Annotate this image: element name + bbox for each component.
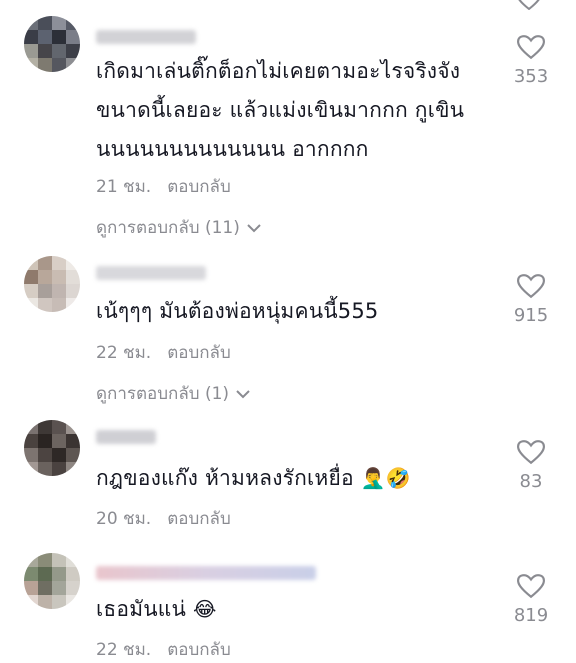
avatar[interactable] xyxy=(24,16,80,72)
comment-text: เธอมันแน่ 😂 xyxy=(96,597,217,621)
like-count: 353 xyxy=(513,66,549,87)
heart-icon xyxy=(517,440,545,465)
avatar[interactable] xyxy=(24,553,80,609)
comment-text: กฎของแก๊ง ห้ามหลงรักเหยื่อ 🤦‍♂️🤣 xyxy=(96,466,411,490)
username[interactable] xyxy=(96,566,316,580)
username[interactable] xyxy=(96,430,156,444)
comment-time: 20 ชม. xyxy=(96,509,152,529)
like-button[interactable]: 83 xyxy=(506,439,556,492)
like-count: 819 xyxy=(513,605,549,626)
view-replies-label: ดูการตอบกลับ (11) xyxy=(96,218,240,238)
comment-meta: 22 ชม. ตอบกลับ xyxy=(96,636,231,663)
chevron-down-icon xyxy=(236,389,250,398)
comment-time: 21 ชม. xyxy=(96,177,152,197)
reply-button[interactable]: ตอบกลับ xyxy=(167,173,231,200)
comment-meta: 20 ชม. ตอบกลับ xyxy=(96,505,231,532)
heart-icon xyxy=(517,35,545,60)
comment-time: 22 ชม. xyxy=(96,343,152,363)
view-replies-label: ดูการตอบกลับ (1) xyxy=(96,384,230,404)
reply-button[interactable]: ตอบกลับ xyxy=(167,505,231,532)
comment-text: เน้ๆๆๆ มันต้องพ่อหนุ่มคนนี้555 xyxy=(96,299,379,323)
comment-meta: 21 ชม. ตอบกลับ xyxy=(96,173,231,200)
like-button[interactable]: 915 xyxy=(506,273,556,326)
view-replies-button[interactable]: ดูการตอบกลับ (11) xyxy=(96,214,262,241)
username[interactable] xyxy=(96,266,206,280)
emoji: 🤦‍♂️🤣 xyxy=(360,466,411,490)
reply-button[interactable]: ตอบกลับ xyxy=(167,339,231,366)
like-count: 915 xyxy=(513,305,549,326)
heart-icon xyxy=(517,274,545,299)
emoji: 😂 xyxy=(193,597,217,621)
chevron-down-icon xyxy=(247,223,261,232)
heart-icon xyxy=(517,574,545,599)
avatar[interactable] xyxy=(24,420,80,476)
comment-time: 22 ชม. xyxy=(96,640,152,660)
reply-button[interactable]: ตอบกลับ xyxy=(167,636,231,663)
comment-meta: 22 ชม. ตอบกลับ xyxy=(96,339,231,366)
avatar[interactable] xyxy=(24,256,80,312)
like-button[interactable]: 353 xyxy=(506,34,556,87)
like-count: 83 xyxy=(519,471,543,492)
username[interactable] xyxy=(96,30,196,44)
like-button[interactable]: 819 xyxy=(506,573,556,626)
heart-icon[interactable] xyxy=(516,0,542,10)
view-replies-button[interactable]: ดูการตอบกลับ (1) xyxy=(96,380,251,407)
comment-text: เกิดมาเล่นติ๊กต็อกไม่เคยตามอะไรจริงจัง ข… xyxy=(96,59,465,161)
